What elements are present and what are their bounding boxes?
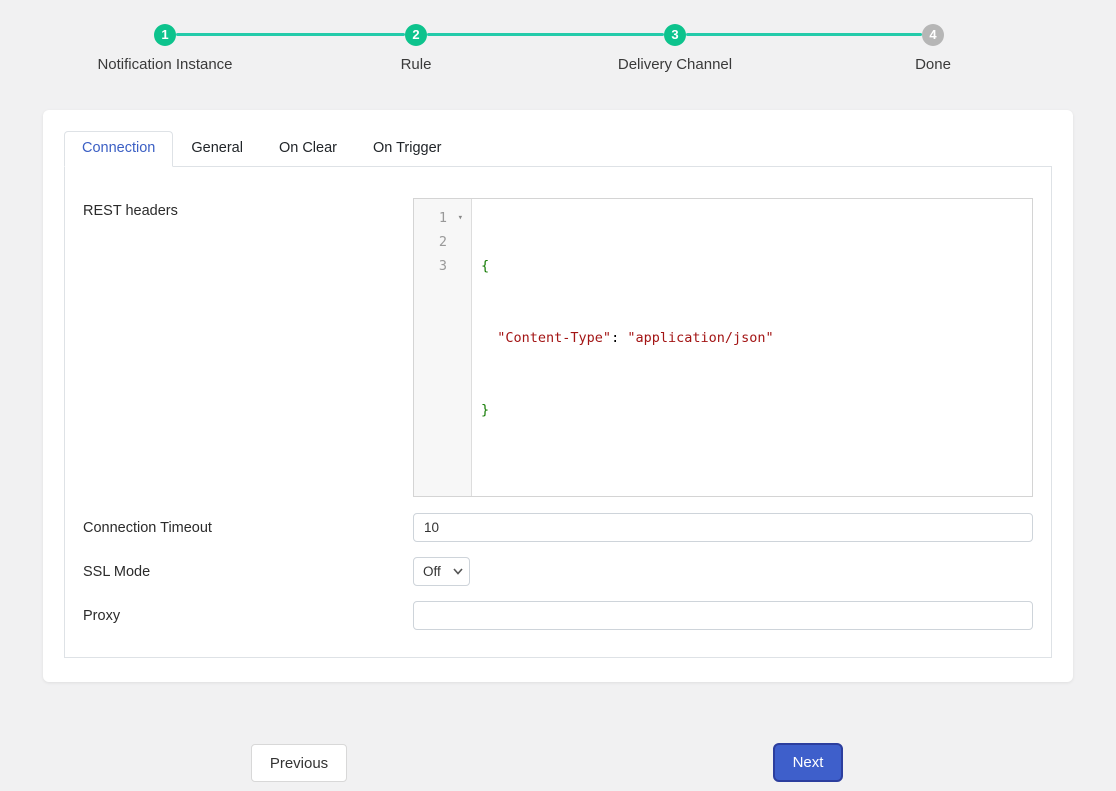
rest-headers-label: REST headers [83, 198, 413, 219]
tab-bar: Connection General On Clear On Trigger [64, 131, 1052, 167]
wizard-screen: 1 Notification Instance 2 Rule 3 Deliver… [0, 0, 1116, 791]
proxy-label: Proxy [83, 608, 413, 624]
wizard-card: Connection General On Clear On Trigger R… [43, 110, 1073, 682]
next-button[interactable]: Next [773, 743, 843, 782]
step-number-badge: 3 [664, 24, 686, 46]
code-editor: 1 ▾ 2 3 { "Content-Ty [413, 198, 1033, 497]
step-label: Done [813, 56, 1053, 73]
connection-timeout-input[interactable] [413, 513, 1033, 542]
step-number-badge: 1 [154, 24, 176, 46]
editor-gutter: 1 ▾ 2 3 [414, 199, 472, 496]
tab-on-clear[interactable]: On Clear [261, 131, 355, 167]
ssl-mode-label: SSL Mode [83, 564, 413, 580]
stepper-step-rule[interactable]: 2 Rule [296, 24, 536, 73]
tab-panel-connection: REST headers 1 ▾ 2 3 [64, 166, 1052, 658]
code-line: } [481, 398, 1024, 422]
proxy-input[interactable] [413, 601, 1033, 630]
stepper-step-delivery-channel[interactable]: 3 Delivery Channel [555, 24, 795, 73]
line-number: 2 [414, 230, 471, 254]
stepper-step-done[interactable]: 4 Done [813, 24, 1053, 73]
ssl-mode-row: SSL Mode Off [83, 557, 1033, 586]
previous-button[interactable]: Previous [251, 744, 347, 782]
wizard-stepper: 1 Notification Instance 2 Rule 3 Deliver… [0, 0, 1116, 95]
step-label: Rule [296, 56, 536, 73]
stepper-step-notification-instance[interactable]: 1 Notification Instance [45, 24, 285, 73]
rest-headers-row: REST headers 1 ▾ 2 3 [83, 198, 1033, 497]
line-number: 1 ▾ [414, 206, 471, 230]
fold-arrow-icon[interactable]: ▾ [458, 206, 463, 230]
step-number-badge: 2 [405, 24, 427, 46]
code-area[interactable]: { "Content-Type": "application/json" } [472, 199, 1032, 496]
tab-connection[interactable]: Connection [64, 131, 173, 167]
ssl-mode-select[interactable]: Off [413, 557, 470, 586]
step-number-badge: 4 [922, 24, 944, 46]
tab-general[interactable]: General [173, 131, 261, 167]
code-line: "Content-Type": "application/json" [481, 326, 1024, 350]
connection-timeout-label: Connection Timeout [83, 520, 413, 536]
tab-on-trigger[interactable]: On Trigger [355, 131, 460, 167]
step-label: Notification Instance [45, 56, 285, 73]
proxy-row: Proxy [83, 601, 1033, 630]
connection-timeout-row: Connection Timeout [83, 513, 1033, 542]
code-line: { [481, 254, 1024, 278]
step-label: Delivery Channel [555, 56, 795, 73]
line-number: 3 [414, 254, 471, 278]
